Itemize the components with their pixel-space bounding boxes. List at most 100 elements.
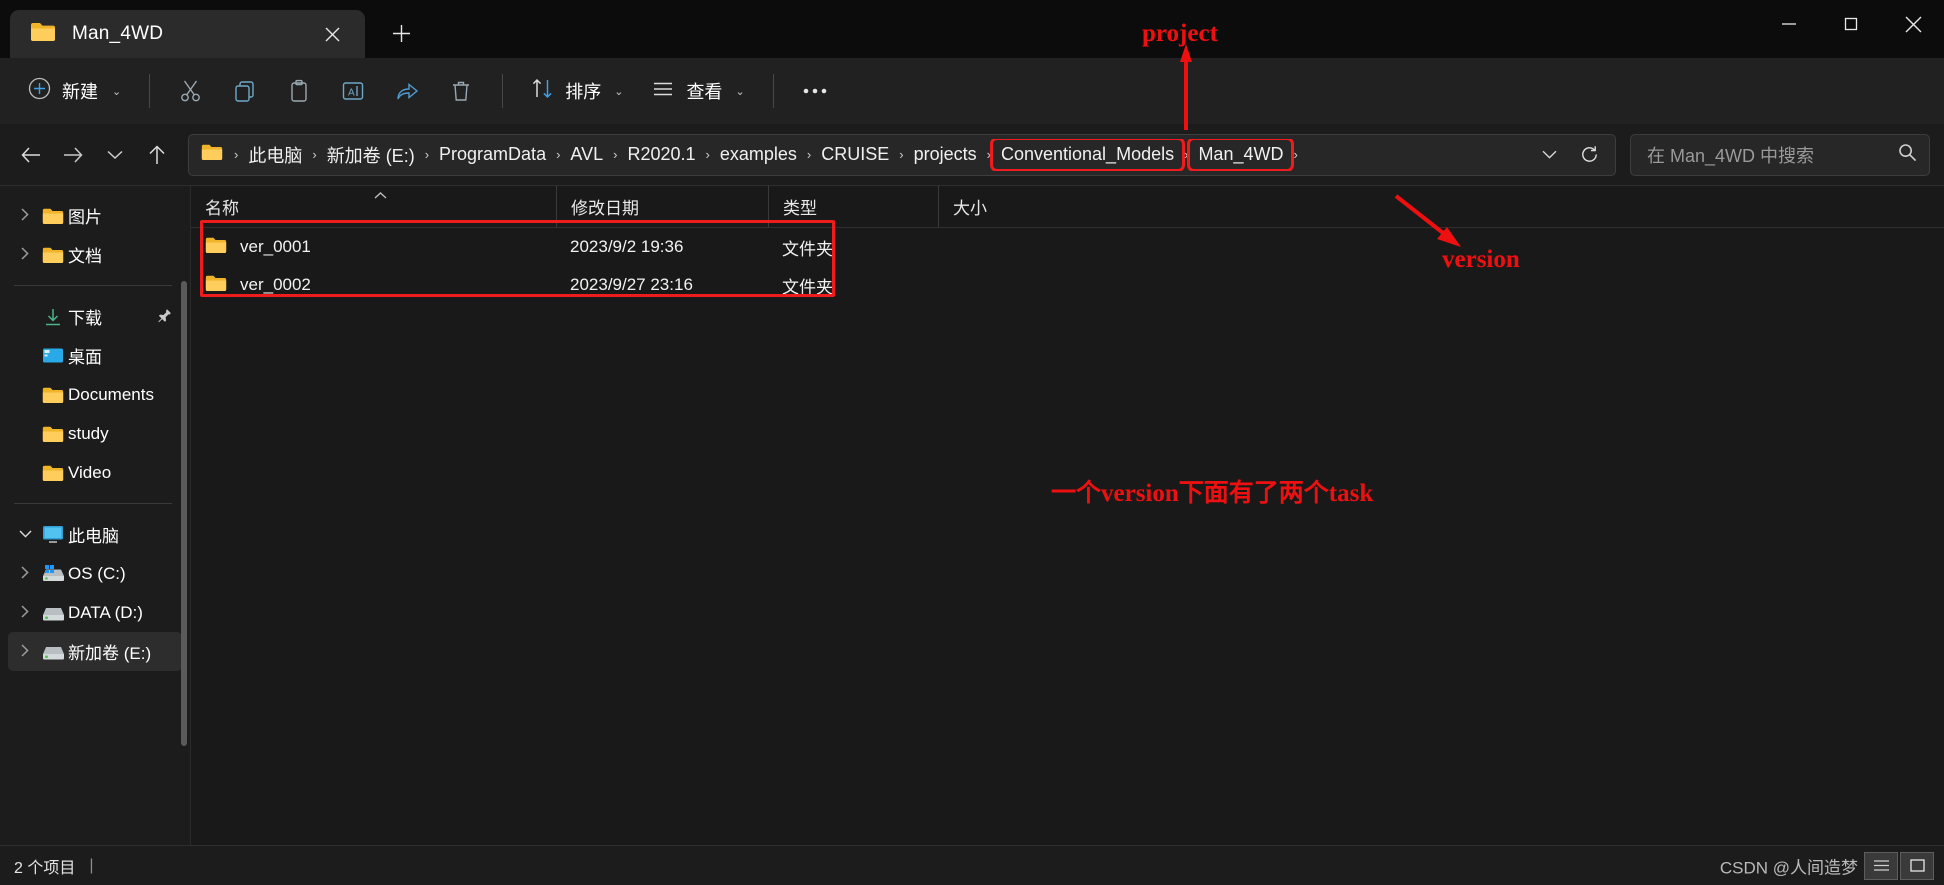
sidebar-item-e[interactable]: 新加卷 (E:) — [8, 632, 182, 671]
chevron-right-icon[interactable] — [12, 604, 38, 621]
file-name-cell: ver_0001 — [191, 236, 556, 259]
sidebar-item-documents[interactable]: Documents — [8, 375, 182, 414]
chevron-down-icon[interactable] — [12, 529, 38, 541]
rename-icon[interactable]: A — [326, 69, 380, 113]
forward-icon[interactable] — [52, 134, 94, 176]
tab-man-4wd[interactable]: Man_4WD — [10, 10, 365, 58]
column-headers: 名称 修改日期 类型 大小 — [191, 186, 1944, 228]
search-icon[interactable] — [1898, 143, 1917, 167]
breadcrumb-item-r20201[interactable]: R2020.1 — [620, 141, 702, 168]
minimize-icon[interactable] — [1758, 0, 1820, 48]
sidebar-divider — [14, 285, 172, 286]
column-header-type[interactable]: 类型 — [768, 186, 938, 227]
pin-icon[interactable] — [157, 308, 172, 326]
view-icon — [651, 77, 675, 106]
status-separator: | — [89, 856, 94, 874]
table-row[interactable]: ver_0002 2023/9/27 23:16 文件夹 — [191, 266, 1944, 304]
share-icon[interactable] — [380, 69, 434, 113]
breadcrumb: › 此电脑 › 新加卷 (E:) › ProgramData › AVL › R2020.1 › ex… — [231, 138, 1529, 171]
breadcrumb-item-[interactable]: 此电脑 — [241, 139, 309, 171]
new-button-label: 新建 — [62, 82, 98, 102]
address-bar[interactable]: › 此电脑 › 新加卷 (E:) › ProgramData › AVL › R2020.1 › ex… — [188, 133, 1616, 176]
breadcrumb-item-avl[interactable]: AVL — [563, 141, 610, 168]
title-bar: Man_4WD — [0, 0, 1944, 58]
table-row[interactable]: ver_0001 2023/9/2 19:36 文件夹 — [191, 228, 1944, 266]
copy-icon[interactable] — [218, 69, 272, 113]
sidebar-item-study[interactable]: study — [8, 414, 182, 453]
file-list-pane: 名称 修改日期 类型 大小 ver_0001 2023/9/2 19:36 文件夹 ver_… — [190, 186, 1944, 845]
breadcrumb-item-conventional_models[interactable]: Conventional_Models — [989, 138, 1186, 171]
breadcrumb-item-e[interactable]: 新加卷 (E:) — [320, 139, 422, 171]
breadcrumb-separator: › — [424, 147, 430, 162]
chevron-right-icon[interactable] — [12, 565, 38, 582]
large-icons-view-icon[interactable] — [1900, 851, 1934, 880]
up-icon[interactable] — [136, 134, 178, 176]
chevron-down-icon: ⌄ — [735, 85, 745, 98]
folder-icon — [30, 21, 56, 47]
file-modified-cell: 2023/9/27 23:16 — [570, 275, 693, 294]
chevron-right-icon[interactable] — [12, 207, 38, 224]
sidebar-item-osc[interactable]: OS (C:) — [8, 554, 182, 593]
breadcrumb-separator: › — [806, 147, 812, 162]
new-button[interactable]: 新建 ⌄ — [18, 69, 135, 113]
breadcrumb-separator: › — [1293, 147, 1298, 162]
breadcrumb-item-programdata[interactable]: ProgramData — [432, 141, 553, 168]
breadcrumb-item-examples[interactable]: examples — [713, 141, 804, 168]
sort-button[interactable]: 排序 ⌄ — [517, 69, 637, 113]
close-window-icon[interactable] — [1882, 0, 1944, 48]
column-header-name[interactable]: 名称 — [191, 186, 556, 227]
download-icon — [38, 307, 68, 327]
breadcrumb-item-projects[interactable]: projects — [907, 141, 984, 168]
breadcrumb-separator: › — [1184, 147, 1189, 162]
sidebar-item-datad[interactable]: DATA (D:) — [8, 593, 182, 632]
file-type-cell: 文件夹 — [782, 239, 833, 259]
refresh-icon[interactable] — [1569, 136, 1609, 174]
new-tab-icon[interactable] — [379, 11, 423, 55]
breadcrumb-item-cruise[interactable]: CRUISE — [814, 141, 896, 168]
sidebar-item-label: OS (C:) — [68, 563, 126, 583]
address-dropdown-icon[interactable] — [1529, 136, 1569, 174]
file-modified-cell: 2023/9/2 19:36 — [570, 237, 684, 256]
breadcrumb-separator: › — [312, 147, 317, 162]
back-icon[interactable] — [10, 134, 52, 176]
folder-icon — [38, 425, 68, 443]
breadcrumb-item-man_4wd[interactable]: Man_4WD — [1187, 138, 1295, 171]
recent-locations-icon[interactable] — [94, 134, 136, 176]
cut-icon[interactable] — [164, 69, 218, 113]
sidebar-item-[interactable]: 下载 — [8, 297, 182, 336]
sidebar-item-label: 桌面 — [68, 348, 102, 367]
search-input[interactable]: 在 Man_4WD 中搜索 — [1630, 133, 1930, 176]
chevron-right-icon[interactable] — [12, 643, 38, 660]
close-icon[interactable] — [315, 17, 349, 51]
sidebar-item-[interactable]: 桌面 — [8, 336, 182, 375]
sidebar-item-[interactable]: 文档 — [8, 235, 182, 274]
sidebar-item-[interactable]: 此电脑 — [8, 515, 182, 554]
details-view-icon[interactable] — [1864, 851, 1898, 880]
sidebar-item-label: DATA (D:) — [68, 602, 143, 622]
sidebar-item-label: 下载 — [68, 309, 102, 328]
delete-icon[interactable] — [434, 69, 488, 113]
more-options-button[interactable] — [788, 69, 842, 113]
toolbar-divider-2 — [502, 74, 504, 108]
folder-icon — [38, 386, 68, 404]
breadcrumb-separator: › — [556, 147, 561, 162]
breadcrumb-separator: › — [234, 147, 239, 162]
sidebar-item-[interactable]: 图片 — [8, 196, 182, 235]
sidebar-scrollbar[interactable] — [181, 281, 187, 746]
maximize-icon[interactable] — [1820, 0, 1882, 48]
column-header-label: 名称 — [205, 199, 239, 218]
column-header-size[interactable]: 大小 — [938, 186, 1048, 227]
file-explorer-window: Man_4WD 新建 ⌄ A 排序 ⌄ 查看 ⌄ › 此电脑 › 新加卷 (E:… — [0, 0, 1944, 885]
navigation-pane: 图片 文档下载桌面 Documents study Video 此电脑 OS (C:) DAT… — [0, 186, 190, 845]
drive-icon — [38, 644, 68, 660]
column-header-modified[interactable]: 修改日期 — [556, 186, 768, 227]
windows-drive-icon — [38, 565, 68, 582]
svg-text:A: A — [348, 88, 355, 99]
view-button[interactable]: 查看 ⌄ — [637, 69, 758, 113]
sidebar-item-video[interactable]: Video — [8, 453, 182, 492]
command-bar: 新建 ⌄ A 排序 ⌄ 查看 ⌄ — [0, 58, 1944, 124]
paste-icon[interactable] — [272, 69, 326, 113]
sort-icon — [531, 77, 554, 105]
desktop-icon — [38, 347, 68, 365]
chevron-right-icon[interactable] — [12, 246, 38, 263]
